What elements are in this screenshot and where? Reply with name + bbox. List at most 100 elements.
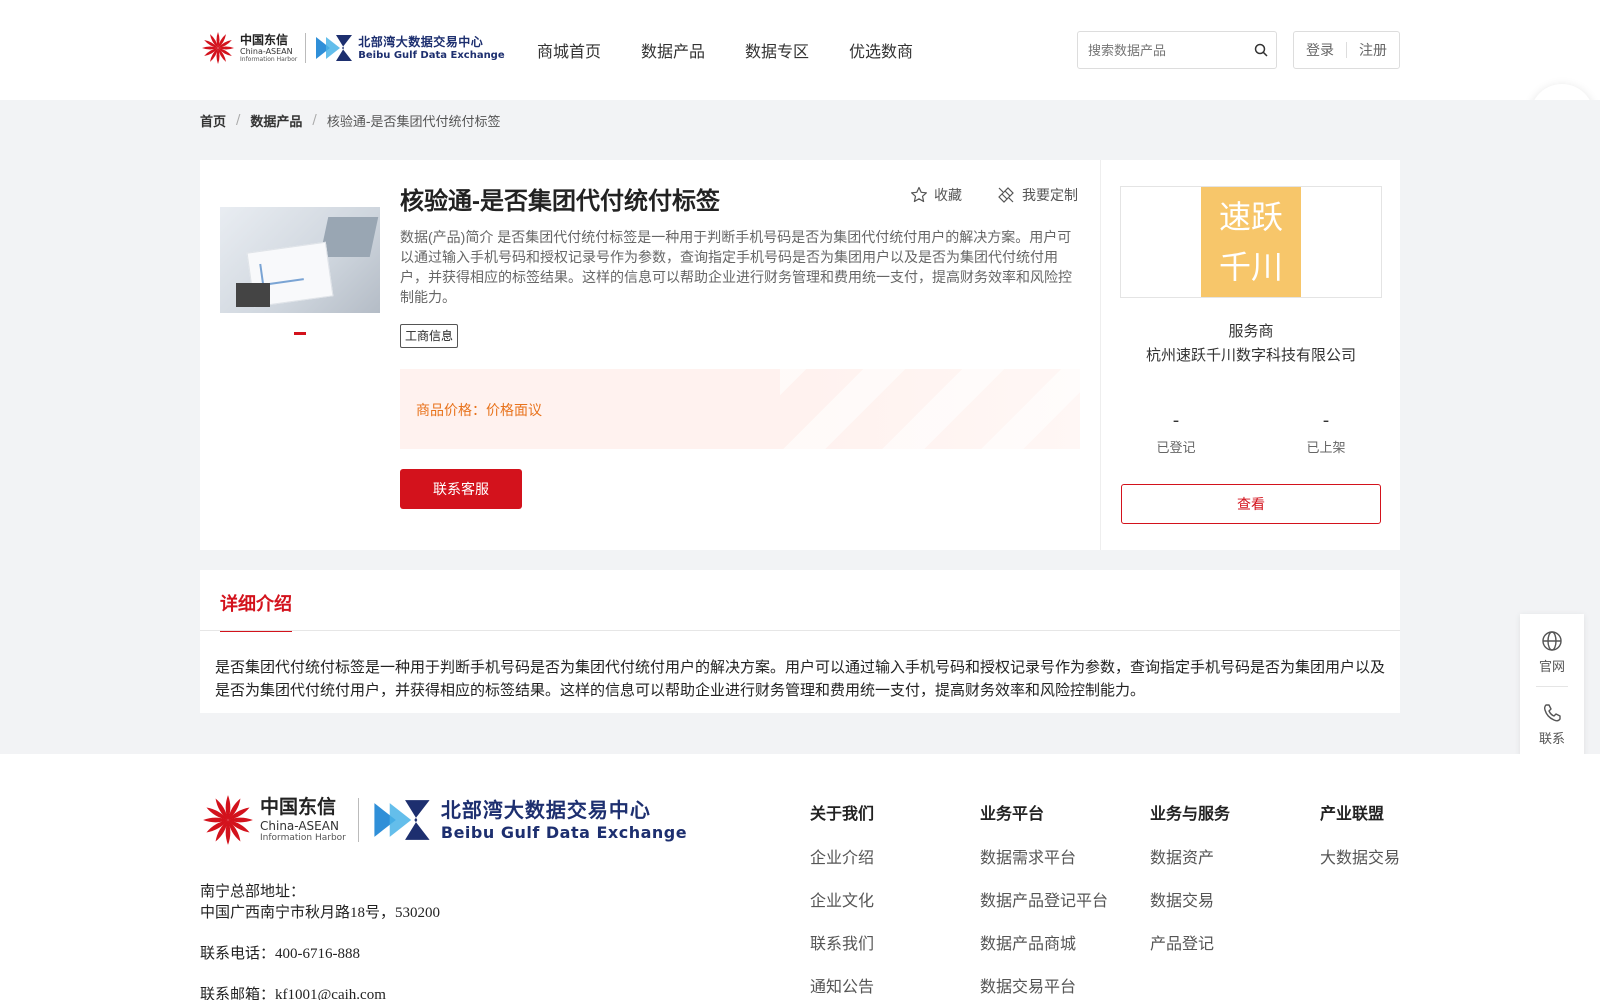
footer-link[interactable]: 数据需求平台: [980, 844, 1108, 868]
logo-bb-title: 北部湾大数据交易中心: [358, 34, 484, 49]
footer: 中国东信 China-ASEAN Information Harbor 北部湾大…: [0, 754, 1600, 1000]
price-label: 商品价格：: [416, 403, 486, 419]
search-icon[interactable]: [1246, 32, 1276, 68]
nav-home[interactable]: 商城首页: [537, 38, 601, 62]
favorite-button[interactable]: 收藏: [910, 185, 962, 205]
float-divider: [1536, 686, 1568, 687]
logo-cn-title: 中国东信: [240, 32, 289, 47]
bbde-mark-icon: [316, 35, 353, 61]
product-tag: 工商信息: [400, 324, 459, 348]
breadcrumb-separator: /: [236, 113, 241, 128]
contact-label: 联系: [1538, 732, 1565, 747]
footer-link[interactable]: 数据资产: [1150, 844, 1230, 868]
footer-link[interactable]: 数据交易: [1150, 887, 1230, 911]
tab-detail-intro[interactable]: 详细介绍: [220, 590, 292, 632]
logo-bb-en: Beibu Gulf Data Exchange: [358, 49, 505, 61]
star-icon: [911, 186, 927, 203]
footer-link[interactable]: 数据交易平台: [980, 973, 1108, 997]
stat-listed: - 已上架: [1276, 410, 1376, 456]
main-nav: 商城首页 数据产品 数据专区 优选数商: [537, 38, 953, 62]
logo-divider: [305, 33, 307, 63]
breadcrumb-current: 核验通-是否集团代付统付标签: [326, 115, 501, 130]
top-header: 中国东信 China-ASEAN Information Harbor 北部湾大…: [0, 0, 1600, 100]
stat-listed-label: 已上架: [1306, 441, 1346, 456]
footer-logo-bb-en: Beibu Gulf Data Exchange: [440, 822, 688, 842]
nav-data-zone[interactable]: 数据专区: [745, 38, 809, 62]
contact-service-button[interactable]: 联系客服: [400, 469, 522, 509]
footer-link[interactable]: 产品登记: [1150, 930, 1230, 954]
detail-text: 是否集团代付统付标签是一种用于判断手机号码是否为集团代付统付用户的解决方案。用户…: [215, 659, 1386, 699]
footer-link[interactable]: 数据产品商城: [980, 930, 1108, 954]
website-button[interactable]: 官网: [1520, 630, 1584, 675]
beibu-gulf-logo: 北部湾大数据交易中心 Beibu Gulf Data Exchange: [314, 33, 505, 63]
breadcrumb-category[interactable]: 数据产品: [250, 111, 302, 130]
footer-logo-cn-en1: China-ASEAN: [260, 818, 339, 833]
breadcrumb-separator: /: [312, 113, 317, 128]
product-title: 核验通-是否集团代付统付标签: [400, 188, 720, 215]
breadcrumb-bar: 首页 / 数据产品 / 核验通-是否集团代付统付标签: [0, 100, 1600, 140]
address-text: 中国广西南宁市秋月路18号，530200: [200, 905, 441, 921]
site-logo[interactable]: 中国东信 China-ASEAN Information Harbor 北部湾大…: [200, 30, 505, 66]
footer-column-title: 业务平台: [980, 806, 1045, 823]
auth-box: 登录 注册: [1293, 31, 1400, 69]
footer-column-title: 关于我们: [810, 806, 875, 823]
search-box: [1077, 31, 1277, 69]
stat-registered: - 已登记: [1126, 410, 1226, 456]
vendor-role: 服务商: [1228, 322, 1274, 340]
footer-link[interactable]: 大数据交易: [1320, 844, 1400, 868]
contact-button[interactable]: 联系: [1520, 702, 1584, 747]
search-input[interactable]: [1078, 42, 1246, 58]
footer-column-title: 业务与服务: [1150, 806, 1231, 823]
vendor-logo-text2: 千川: [1218, 249, 1283, 285]
view-vendor-button[interactable]: 查看: [1121, 484, 1381, 524]
stat-registered-value: -: [1172, 410, 1180, 431]
china-asean-logo: 中国东信 China-ASEAN Information Harbor: [200, 30, 297, 66]
footer-logo: 中国东信 China-ASEAN Information Harbor 北部湾大…: [200, 792, 687, 848]
logo-cn-en2: Information Harbor: [240, 55, 298, 63]
detail-section: 详细介绍 是否集团代付统付标签是一种用于判断手机号码是否为集团代付统付用户的解决…: [200, 570, 1400, 713]
image-indicator[interactable]: [294, 332, 306, 335]
footer-logo-bb-title: 北部湾大数据交易中心: [440, 797, 651, 822]
nav-merchants[interactable]: 优选数商: [849, 38, 913, 62]
register-link[interactable]: 注册: [1359, 40, 1387, 60]
phone-text: 联系电话：400-6716-888: [200, 946, 360, 962]
footer-column-alliance: 产业联盟 大数据交易: [1320, 800, 1400, 887]
product-image[interactable]: [220, 207, 380, 313]
customize-button[interactable]: 我要定制: [996, 185, 1078, 205]
vendor-logo[interactable]: 速跃 千川: [1120, 186, 1382, 298]
login-link[interactable]: 登录: [1306, 40, 1334, 60]
footer-column-platforms: 业务平台 数据需求平台 数据产品登记平台 数据产品商城 数据交易平台: [980, 800, 1108, 1000]
breadcrumb: 首页 / 数据产品 / 核验通-是否集团代付统付标签: [200, 111, 501, 130]
flower-logo-icon: [203, 795, 253, 845]
breadcrumb-home[interactable]: 首页: [200, 111, 226, 130]
footer-link[interactable]: 联系我们: [810, 930, 874, 954]
footer-link[interactable]: 企业文化: [810, 887, 874, 911]
footer-logo-cn-title: 中国东信: [260, 795, 337, 818]
globe-icon: [1542, 631, 1562, 651]
auth-divider: [1346, 42, 1347, 58]
footer-link[interactable]: 企业介绍: [810, 844, 874, 868]
stat-registered-label: 已登记: [1156, 441, 1196, 456]
stat-listed-value: -: [1322, 410, 1330, 431]
footer-logo-divider: [357, 798, 359, 842]
phone-icon: [1543, 704, 1561, 722]
flower-logo-icon: [202, 32, 234, 64]
image-laptop: [319, 217, 379, 257]
logo-cn-en1: China-ASEAN: [240, 46, 293, 56]
address-label: 南宁总部地址：: [200, 884, 306, 900]
vendor-card: 速跃 千川 服务商 杭州速跃千川数字科技有限公司 - 已登记 - 已上架 查看: [1100, 160, 1400, 550]
email-text: 联系邮箱：kf1001@caih.com: [200, 987, 386, 1000]
footer-column-services: 业务与服务 数据资产 数据交易 产品登记: [1150, 800, 1230, 973]
footer-link[interactable]: 通知公告: [810, 973, 874, 997]
price-decoration: [780, 369, 1080, 449]
footer-link[interactable]: 数据产品登记平台: [980, 887, 1108, 911]
product-card: 核验通-是否集团代付统付标签 收藏 我要定制 数据(产品)简介 是否集团代付统付…: [200, 160, 1100, 550]
vendor-name: 杭州速跃千川数字科技有限公司: [1145, 346, 1356, 364]
product-description: 数据(产品)简介 是否集团代付统付标签是一种用于判断手机号码是否为集团代付统付用…: [400, 229, 1072, 305]
price-value: 价格面议: [486, 403, 542, 419]
price-panel: 商品价格：价格面议: [400, 369, 1080, 449]
tab-divider: [200, 630, 1400, 631]
vendor-logo-box: 速跃 千川: [1201, 187, 1301, 297]
nav-data-products[interactable]: 数据产品: [641, 38, 705, 62]
footer-logo-cn-en2: Information Harbor: [260, 832, 346, 843]
